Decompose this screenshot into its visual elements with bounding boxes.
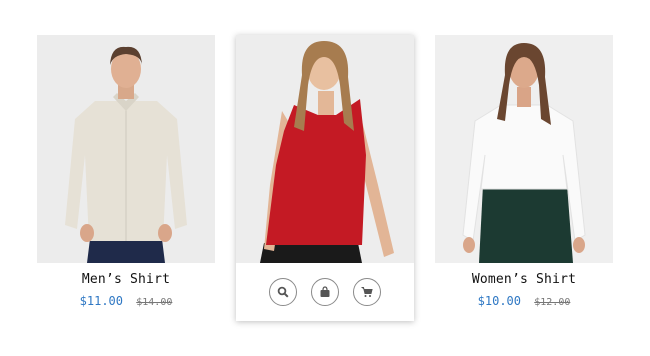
product-price-row: $11.00 $14.00	[37, 294, 215, 308]
bag-icon	[319, 286, 331, 298]
product-price: $10.00	[477, 294, 521, 308]
product-grid: Men’s Shirt $11.00 $14.00 Women’s Shirt …	[0, 0, 650, 356]
product-title[interactable]: Men’s Shirt	[37, 272, 215, 287]
product-price-row: $10.00 $12.00	[435, 294, 613, 308]
product-image-mens-shirt[interactable]	[37, 35, 215, 263]
product-image-womens-shirt[interactable]	[435, 35, 613, 263]
product-card-red-top[interactable]	[236, 35, 414, 321]
product-old-price: $14.00	[136, 297, 173, 308]
product-card-mens-shirt[interactable]: Men’s Shirt $11.00 $14.00	[37, 35, 215, 308]
product-price: $11.00	[79, 294, 123, 308]
product-image-red-top[interactable]	[236, 35, 414, 263]
product-actions	[236, 263, 414, 321]
product-card-womens-shirt[interactable]: Women’s Shirt $10.00 $12.00	[435, 35, 613, 308]
search-icon	[277, 286, 289, 298]
quick-view-button[interactable]	[269, 278, 297, 306]
cart-icon	[361, 286, 373, 298]
add-to-cart-button[interactable]	[353, 278, 381, 306]
product-old-price: $12.00	[534, 297, 571, 308]
add-to-bag-button[interactable]	[311, 278, 339, 306]
product-title[interactable]: Women’s Shirt	[435, 272, 613, 287]
